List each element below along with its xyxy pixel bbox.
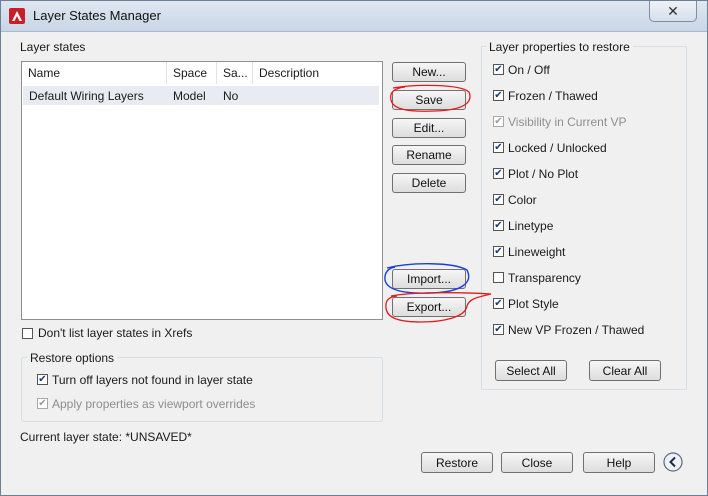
property-label: Color	[508, 193, 537, 207]
property-label: Lineweight	[508, 245, 566, 259]
table-row[interactable]: Default Wiring Layers Model No	[23, 86, 379, 105]
column-header-label: Name	[28, 66, 61, 80]
autocad-logo-icon	[9, 8, 25, 24]
current-layer-state: Current layer state: *UNSAVED*	[20, 430, 192, 444]
property-checkbox[interactable]: ✔	[493, 116, 504, 127]
property-label: Plot Style	[508, 297, 559, 311]
column-header-saved[interactable]: Sa...	[217, 62, 253, 84]
new-button[interactable]: New...	[392, 62, 466, 82]
property-label: Linetype	[508, 219, 554, 233]
row-name: Default Wiring Layers	[29, 89, 144, 103]
close-window-button[interactable]: ✕	[649, 1, 697, 22]
property-checkbox[interactable]: ✔	[493, 246, 504, 257]
property-label: Frozen / Thawed	[508, 89, 598, 103]
restore-button[interactable]: Restore	[421, 452, 493, 473]
apply-overrides-checkbox[interactable]: ✔	[37, 398, 48, 409]
property-checkbox[interactable]: ✔	[493, 168, 504, 179]
layer-states-list[interactable]: Name Space Sa... Description Default Wir…	[21, 61, 383, 320]
column-header-label: Description	[259, 66, 320, 80]
property-label: Transparency	[508, 271, 581, 285]
save-button[interactable]: Save	[392, 90, 466, 110]
property-checkbox[interactable]: ✔	[493, 64, 504, 75]
property-checkbox[interactable]: ✔	[493, 142, 504, 153]
property-label: Locked / Unlocked	[508, 141, 607, 155]
property-checkbox[interactable]: ✔	[493, 90, 504, 101]
property-checkbox[interactable]: ✔	[493, 324, 504, 335]
help-button[interactable]: Help	[583, 452, 655, 473]
turn-off-layers-label: Turn off layers not found in layer state	[52, 373, 253, 387]
layer-states-manager-dialog: Layer States Manager ✕ Layer states Name…	[0, 0, 708, 496]
export-button[interactable]: Export...	[392, 297, 466, 317]
row-space: Model	[173, 89, 206, 103]
clear-all-button[interactable]: Clear All	[589, 360, 661, 381]
row-saved: No	[223, 89, 239, 103]
apply-overrides-label: Apply properties as viewport overrides	[52, 397, 256, 411]
column-header-name[interactable]: Name	[22, 62, 167, 84]
properties-heading: Layer properties to restore	[486, 40, 633, 54]
property-label: New VP Frozen / Thawed	[508, 323, 645, 337]
chevron-left-circle-icon[interactable]	[663, 452, 683, 472]
column-header-label: Sa...	[223, 66, 248, 80]
column-header-space[interactable]: Space	[167, 62, 217, 84]
rename-button[interactable]: Rename	[392, 145, 466, 165]
dialog-content: Layer states Name Space Sa... Descriptio…	[9, 32, 699, 487]
dont-list-xrefs-label: Don't list layer states in Xrefs	[38, 326, 193, 340]
delete-button[interactable]: Delete	[392, 173, 466, 193]
turn-off-layers-checkbox[interactable]: ✔	[37, 374, 48, 385]
window-title: Layer States Manager	[33, 8, 161, 23]
property-checkbox[interactable]: ✔	[493, 220, 504, 231]
edit-button[interactable]: Edit...	[392, 118, 466, 138]
title-bar: Layer States Manager ✕	[1, 1, 707, 32]
import-button[interactable]: Import...	[392, 269, 466, 289]
column-header-label: Space	[173, 66, 208, 80]
property-checkbox[interactable]	[493, 272, 504, 283]
dont-list-xrefs-checkbox[interactable]	[22, 328, 33, 339]
property-label: On / Off	[508, 63, 550, 77]
property-checkbox[interactable]: ✔	[493, 194, 504, 205]
select-all-button[interactable]: Select All	[495, 360, 567, 381]
layer-states-heading: Layer states	[20, 40, 86, 54]
property-checkbox[interactable]: ✔	[493, 298, 504, 309]
column-header-description[interactable]: Description	[253, 62, 380, 84]
property-label: Visibility in Current VP	[508, 115, 627, 129]
property-label: Plot / No Plot	[508, 167, 579, 181]
close-button[interactable]: Close	[501, 452, 573, 473]
restore-options-group	[21, 357, 383, 422]
restore-options-heading: Restore options	[27, 351, 118, 365]
